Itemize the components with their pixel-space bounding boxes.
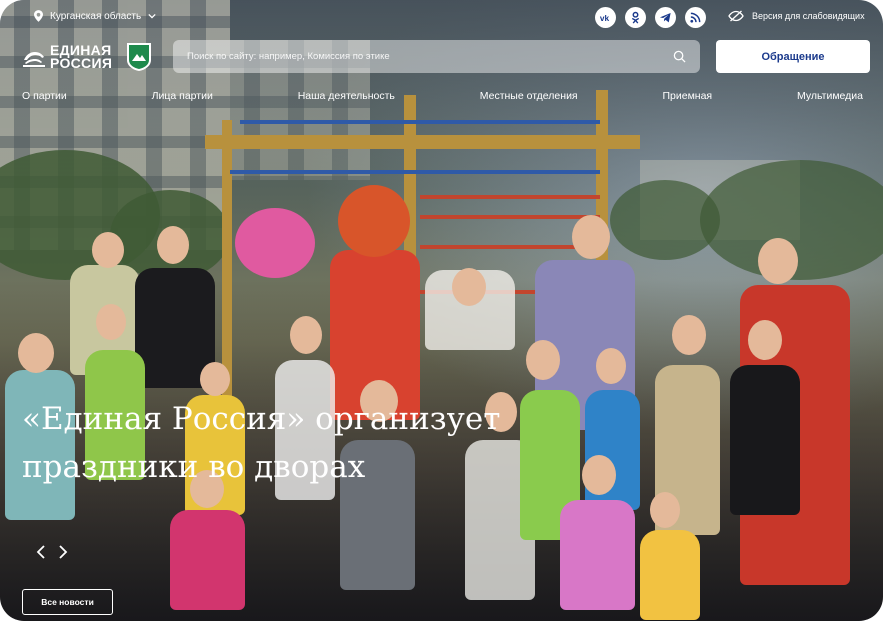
search-icon[interactable]: [673, 50, 686, 63]
eye-crossed-icon: [728, 10, 744, 22]
all-news-button[interactable]: Все новости: [22, 589, 113, 615]
chevron-left-icon[interactable]: [36, 545, 46, 559]
party-logo: ЕДИНАЯ РОССИЯ: [22, 43, 113, 71]
visually-impaired-link[interactable]: Версия для слабовидящих: [728, 10, 865, 22]
bear-logo-icon: [23, 52, 45, 67]
odnoklassniki-icon[interactable]: [625, 7, 646, 28]
svg-text:vk: vk: [600, 13, 610, 23]
social-links: vk: [595, 7, 706, 28]
search-bar[interactable]: [173, 40, 700, 73]
nav-item-about[interactable]: О партии: [22, 90, 67, 102]
chevron-down-icon: [148, 13, 156, 19]
chevron-right-icon[interactable]: [58, 545, 68, 559]
top-bar: Курганская область vk Версия для слабови…: [0, 0, 883, 34]
search-input[interactable]: [187, 51, 673, 62]
telegram-icon[interactable]: [655, 7, 676, 28]
appeal-button[interactable]: Обращение: [716, 40, 870, 73]
region-emblem-icon: [127, 43, 152, 71]
nav-item-activity[interactable]: Наша деятельность: [298, 90, 395, 102]
logo-line-2: РОССИЯ: [50, 55, 113, 71]
nav-item-branches[interactable]: Местные отделения: [480, 90, 578, 102]
slide-headline[interactable]: «Единая Россия» организует праздники во …: [22, 395, 582, 491]
region-label: Курганская область: [50, 10, 142, 22]
location-pin-icon: [34, 10, 43, 22]
headline-line-2: праздники во дворах: [22, 449, 366, 485]
rss-icon[interactable]: [685, 7, 706, 28]
nav-item-reception[interactable]: Приемная: [662, 90, 712, 102]
nav-item-people[interactable]: Лица партии: [152, 90, 213, 102]
visually-impaired-label: Версия для слабовидящих: [752, 11, 865, 21]
nav-item-multimedia[interactable]: Мультимедиа: [797, 90, 863, 102]
slider-controls: [36, 545, 68, 559]
main-nav: О партии Лица партии Наша деятельность М…: [22, 90, 863, 102]
vk-icon[interactable]: vk: [595, 7, 616, 28]
headline-line-1: «Единая Россия» организует: [22, 401, 501, 437]
site-logo[interactable]: ЕДИНАЯ РОССИЯ: [22, 42, 152, 72]
region-selector[interactable]: Курганская область: [34, 10, 156, 22]
hero-banner: Курганская область vk Версия для слабови…: [0, 0, 883, 621]
